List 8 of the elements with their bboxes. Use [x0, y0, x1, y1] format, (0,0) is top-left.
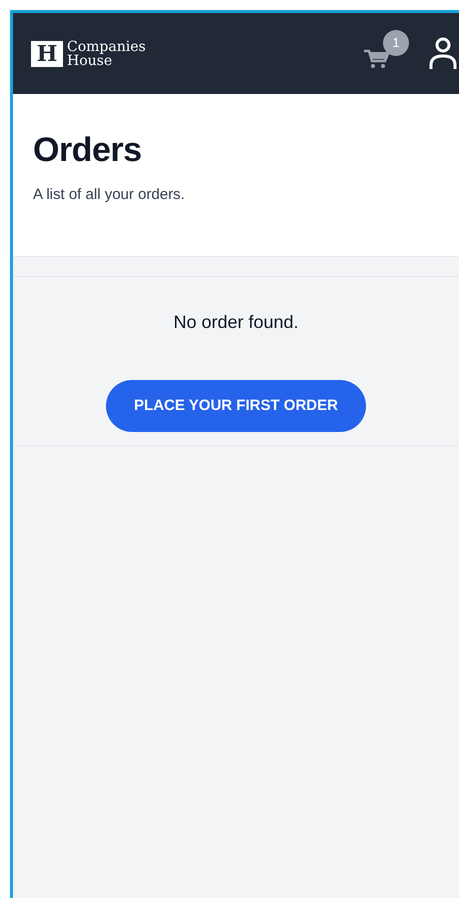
brand-name: Companies House [67, 40, 146, 68]
logo-mark: H [31, 40, 63, 66]
place-order-button[interactable]: PLACE YOUR FIRST ORDER [106, 380, 366, 432]
page-title: Orders [33, 130, 142, 170]
cart-count-badge: 1 [383, 30, 409, 56]
page-subtitle: A list of all your orders. [33, 185, 186, 205]
user-icon [429, 36, 457, 70]
empty-message: No order found. [173, 311, 299, 334]
